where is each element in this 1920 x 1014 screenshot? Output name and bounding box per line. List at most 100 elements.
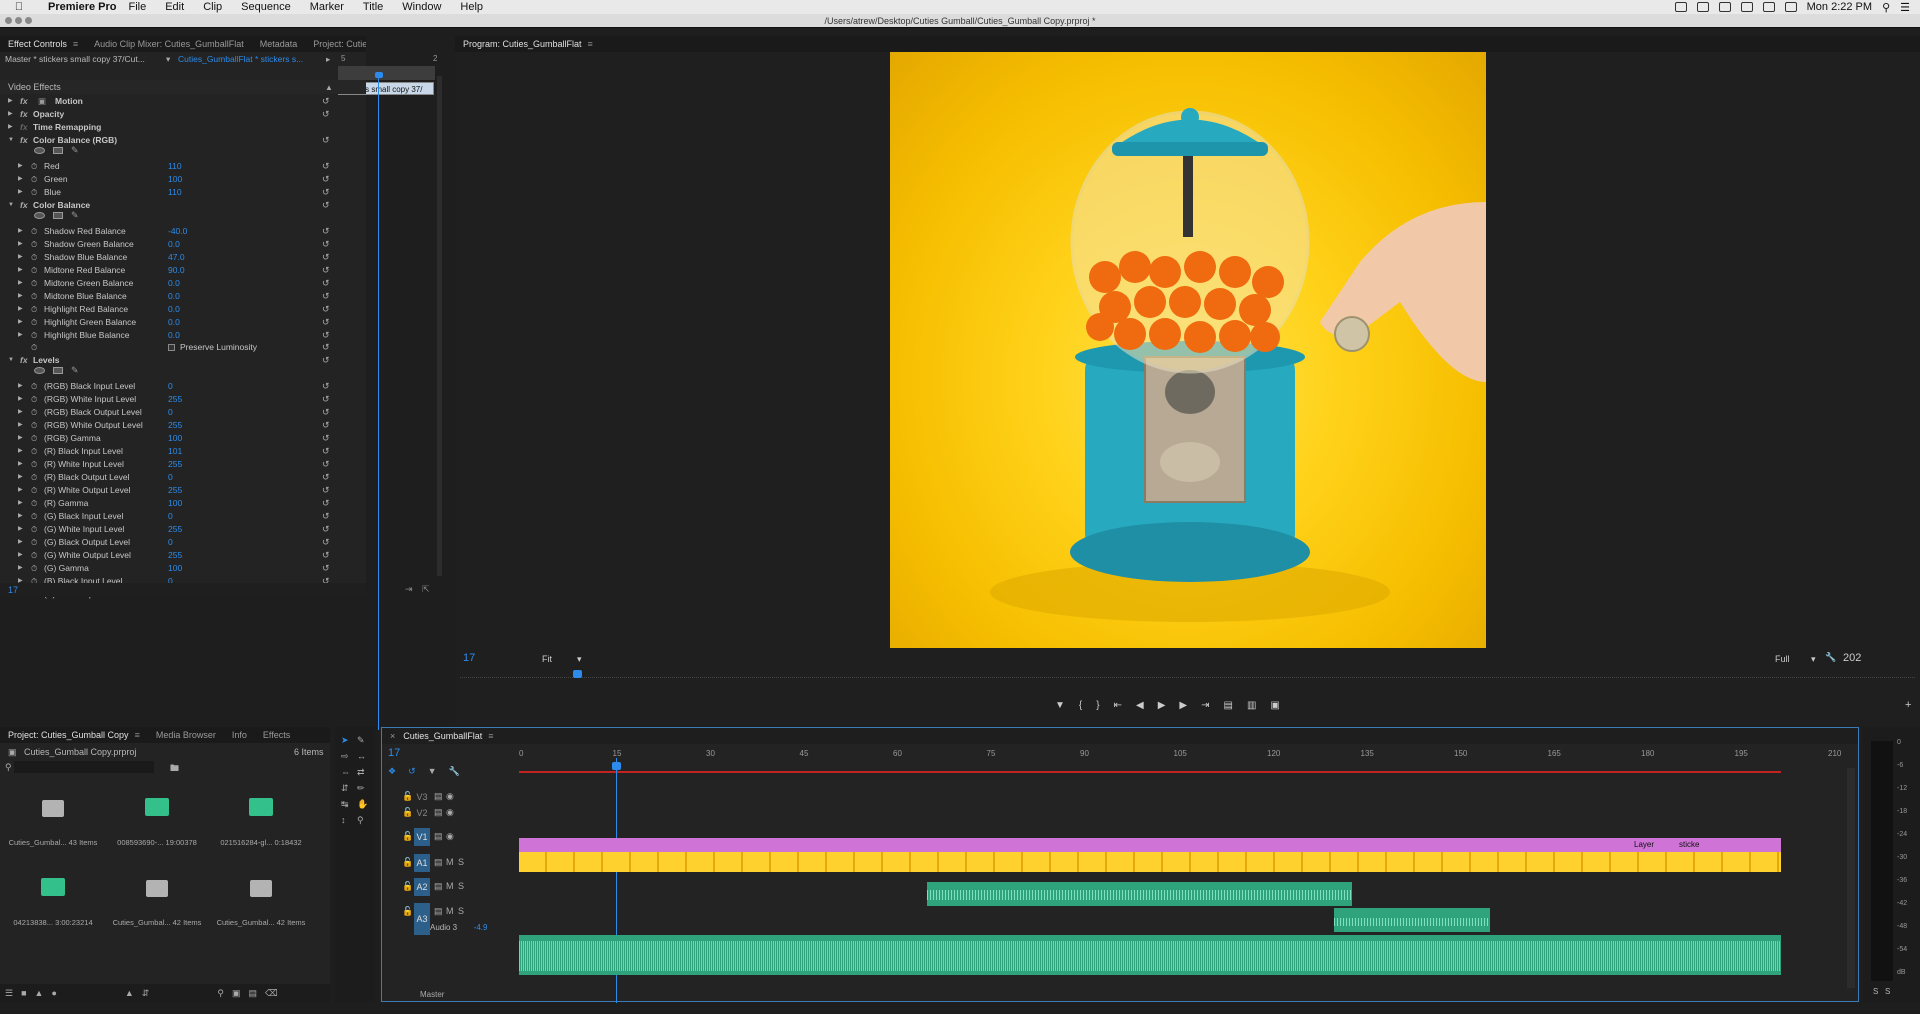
expand-triangle-icon[interactable]: ▶ bbox=[18, 160, 23, 173]
ellipse-mask-icon[interactable] bbox=[34, 212, 45, 219]
property-value[interactable]: 90.0 bbox=[168, 264, 185, 277]
property-value[interactable]: 0.0 bbox=[168, 277, 180, 290]
step-back-icon[interactable]: ◀ bbox=[1136, 700, 1144, 711]
expand-triangle-icon[interactable]: ▶ bbox=[18, 406, 23, 419]
expand-triangle-icon[interactable]: ▶ bbox=[8, 121, 13, 134]
fx-badge-icon[interactable]: fx bbox=[20, 108, 28, 121]
reset-icon[interactable]: ↺ bbox=[322, 108, 330, 121]
property-value[interactable]: 110 bbox=[168, 186, 182, 199]
reset-icon[interactable]: ↺ bbox=[322, 134, 330, 147]
icon-view-icon[interactable]: ■ bbox=[21, 988, 26, 998]
property-value[interactable]: 0.0 bbox=[168, 303, 180, 316]
effect-property-row[interactable]: ▶ ⏱ (RGB) White Output Level 255 ↺ bbox=[0, 419, 336, 432]
expand-triangle-icon[interactable]: ▶ bbox=[18, 432, 23, 445]
expand-triangle-icon[interactable]: ▶ bbox=[18, 549, 23, 562]
audio3-volume[interactable]: -4.9 bbox=[474, 923, 488, 932]
timeline-playhead-handle[interactable] bbox=[612, 762, 621, 770]
reset-icon[interactable]: ↺ bbox=[322, 458, 330, 471]
reset-icon[interactable]: ↺ bbox=[322, 251, 330, 264]
new-bin-icon[interactable]: 🖿 bbox=[170, 761, 179, 777]
stopwatch-icon[interactable]: ⏱ bbox=[31, 277, 37, 290]
effect-property-row[interactable]: ▶ ⏱ (R) Black Input Level 101 ↺ bbox=[0, 445, 336, 458]
sync-lock-icon[interactable]: ▤ bbox=[434, 791, 443, 802]
rolling-edit-tool-icon[interactable]: ⇵ bbox=[341, 783, 357, 794]
property-value[interactable]: 0 bbox=[168, 536, 173, 549]
snap-icon[interactable]: ❖ bbox=[388, 766, 396, 777]
lock-icon[interactable]: 🔓 bbox=[402, 857, 413, 868]
effect-property-row[interactable]: ▶ ⏱ (R) White Output Level 255 ↺ bbox=[0, 484, 336, 497]
menu-edit[interactable]: Edit bbox=[165, 1, 184, 13]
add-marker-icon[interactable]: ▼ bbox=[1055, 700, 1065, 711]
rectangle-mask-icon[interactable] bbox=[53, 147, 63, 154]
property-value[interactable]: 255 bbox=[168, 523, 182, 536]
ec-playhead[interactable] bbox=[378, 72, 379, 730]
effect-property-row[interactable]: ▶ ⏱ Midtone Red Balance 90.0 ↺ bbox=[0, 264, 336, 277]
panel-menu-icon[interactable]: ≡ bbox=[588, 39, 593, 49]
effect-property-row[interactable]: ▶ ⏱ Midtone Blue Balance 0.0 ↺ bbox=[0, 290, 336, 303]
menu-clip[interactable]: Clip bbox=[203, 1, 222, 13]
effect-color-balance-rgb[interactable]: ▼ fx Color Balance (RGB) ↺ bbox=[0, 134, 336, 147]
tab-metadata[interactable]: Metadata bbox=[252, 36, 306, 52]
project-item[interactable]: Cuties_Gumbal... 42 Items bbox=[112, 862, 202, 932]
effect-property-row[interactable]: ▶ ⏱ Blue 110 ↺ bbox=[0, 186, 336, 199]
property-value[interactable]: 0.0 bbox=[168, 290, 180, 303]
tab-project[interactable]: Project: Cuties_Gumball Copy ≡ bbox=[0, 727, 148, 743]
tab-effect-controls[interactable]: Effect Controls ≡ bbox=[0, 36, 86, 52]
reset-icon[interactable]: ↺ bbox=[322, 549, 330, 562]
stopwatch-icon[interactable]: ⏱ bbox=[31, 497, 37, 510]
project-item[interactable]: 04213838... 3:00:23214 bbox=[8, 862, 98, 932]
eye-icon[interactable]: ◉ bbox=[446, 831, 454, 842]
stopwatch-icon[interactable]: ⏱ bbox=[31, 406, 37, 419]
filter-icon[interactable]: ⇥ bbox=[405, 584, 413, 595]
reset-icon[interactable]: ↺ bbox=[322, 380, 330, 393]
track-select-tool-icon[interactable]: ⇨ bbox=[341, 751, 357, 762]
effect-property-row[interactable]: ▶ ⏱ (G) White Input Level 255 ↺ bbox=[0, 523, 336, 536]
go-to-out-icon[interactable]: ⇥ bbox=[1201, 700, 1209, 711]
property-value[interactable]: 47.0 bbox=[168, 251, 185, 264]
stopwatch-icon[interactable]: ⏱ bbox=[31, 419, 37, 432]
track-header-v2[interactable]: 🔓 V2 ▤ ◉ bbox=[402, 804, 512, 822]
expand-triangle-icon[interactable]: ▶ bbox=[18, 316, 23, 329]
expand-triangle-icon[interactable]: ▶ bbox=[18, 393, 23, 406]
reset-icon[interactable]: ↺ bbox=[322, 419, 330, 432]
expand-triangle-icon[interactable]: ▶ bbox=[18, 251, 23, 264]
reset-icon[interactable]: ↺ bbox=[322, 536, 330, 549]
expand-triangle-icon[interactable]: ▶ bbox=[18, 445, 23, 458]
stopwatch-icon[interactable]: ⏱ bbox=[31, 458, 37, 471]
close-window-button[interactable] bbox=[5, 17, 12, 24]
export-icon[interactable]: ⇱ bbox=[422, 584, 430, 595]
reset-icon[interactable]: ↺ bbox=[322, 95, 330, 108]
effect-property-row[interactable]: ▶ ⏱ Red 110 ↺ bbox=[0, 160, 336, 173]
effect-property-row[interactable]: ▶ ⏱ Shadow Green Balance 0.0 ↺ bbox=[0, 238, 336, 251]
sync-lock-icon[interactable]: ▤ bbox=[434, 857, 443, 868]
effect-property-row[interactable]: ▶ ⏱ (R) Black Output Level 0 ↺ bbox=[0, 471, 336, 484]
collapse-triangle-icon[interactable]: ▼ bbox=[8, 134, 14, 147]
stopwatch-icon[interactable]: ⏱ bbox=[31, 445, 37, 458]
effect-property-row[interactable]: ▶ ⏱ (G) Black Input Level 0 ↺ bbox=[0, 510, 336, 523]
pen-mask-icon[interactable]: ✎ bbox=[71, 146, 81, 155]
eye-icon[interactable]: ◉ bbox=[446, 791, 454, 802]
expand-triangle-icon[interactable]: ▶ bbox=[18, 419, 23, 432]
fx-badge-icon[interactable]: fx bbox=[20, 95, 28, 108]
property-value[interactable]: 0.0 bbox=[168, 316, 180, 329]
timeline-timecode[interactable]: 17 bbox=[388, 747, 400, 759]
ellipse-mask-icon[interactable] bbox=[34, 367, 45, 374]
track-label[interactable]: A2 bbox=[414, 878, 430, 896]
button-editor-plus-icon[interactable]: + bbox=[1905, 699, 1911, 711]
close-tab-icon[interactable]: × bbox=[382, 728, 403, 744]
reset-icon[interactable]: ↺ bbox=[322, 471, 330, 484]
timeline-ruler[interactable]: 0 15 30 45 60 75 90 105 120 135 150 165 180 195 210 bbox=[519, 745, 1841, 767]
pen-tool-icon[interactable]: ✏ bbox=[357, 783, 373, 794]
rate-stretch-tool-icon[interactable]: ↹ bbox=[341, 799, 357, 810]
mute-button[interactable]: M bbox=[446, 881, 454, 891]
property-value[interactable]: 255 bbox=[168, 484, 182, 497]
battery-icon[interactable] bbox=[1784, 2, 1797, 12]
clip-label[interactable]: Cuties_GumballFlat * stickers s... bbox=[178, 52, 303, 66]
stopwatch-icon[interactable]: ⏱ bbox=[31, 393, 37, 406]
reset-icon[interactable]: ↺ bbox=[322, 523, 330, 536]
reset-icon[interactable]: ↺ bbox=[322, 303, 330, 316]
clear-icon[interactable]: ⌫ bbox=[265, 988, 278, 999]
effect-property-row[interactable]: ▶ ⏱ (R) White Input Level 255 ↺ bbox=[0, 458, 336, 471]
property-value[interactable]: 101 bbox=[168, 445, 182, 458]
ellipse-mask-icon[interactable] bbox=[34, 147, 45, 154]
